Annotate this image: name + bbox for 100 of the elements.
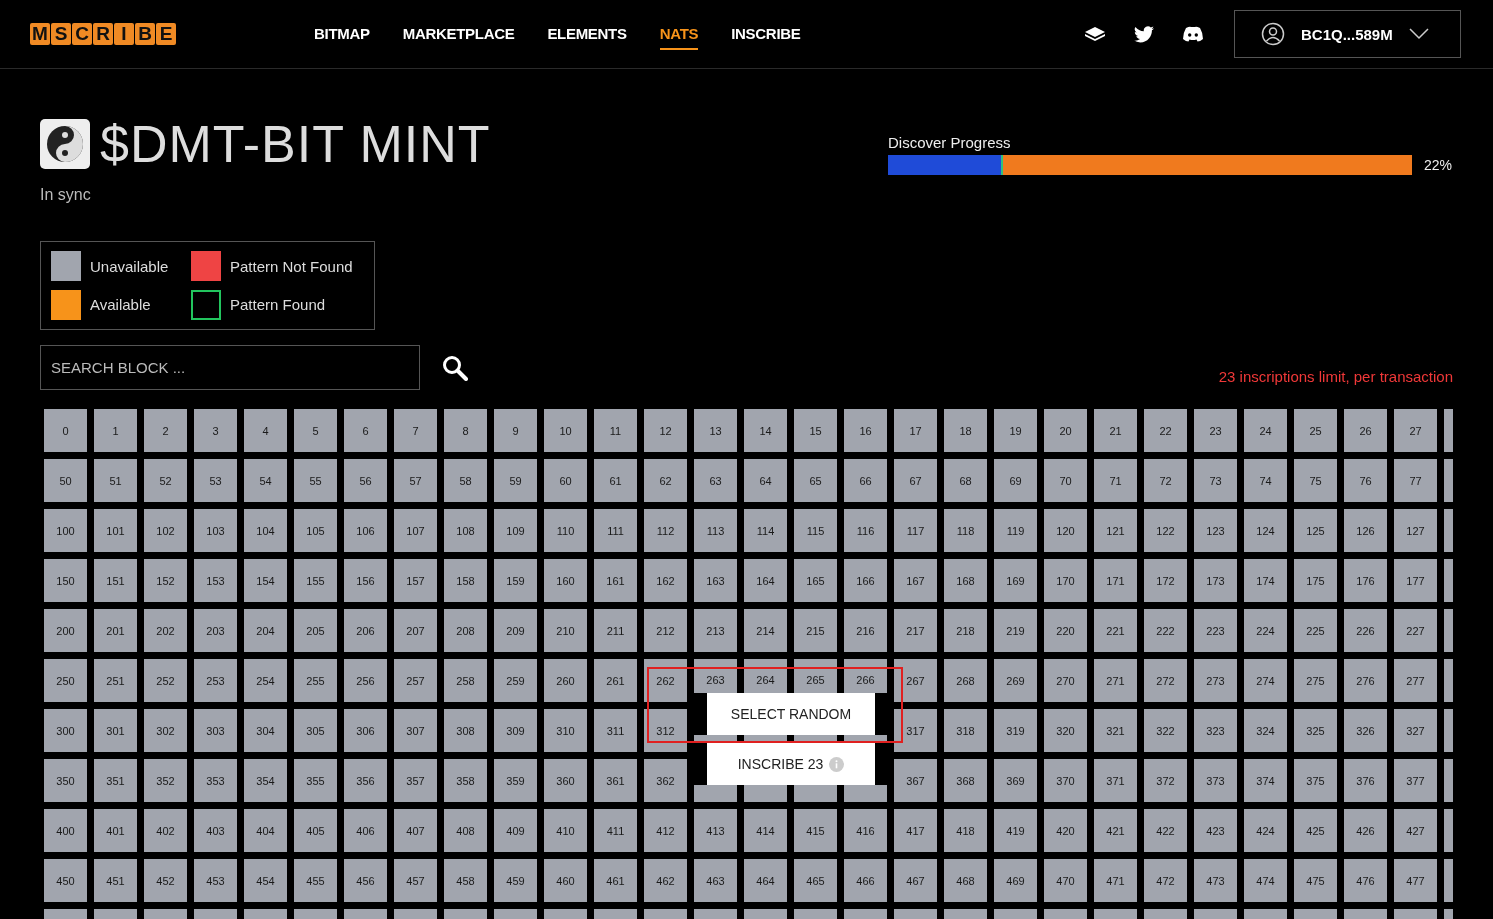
block-cell[interactable]: 6 bbox=[344, 409, 387, 452]
block-cell[interactable] bbox=[744, 735, 787, 743]
block-cell[interactable]: 415 bbox=[794, 809, 837, 852]
search-icon[interactable] bbox=[442, 354, 468, 381]
block-cell[interactable]: 173 bbox=[1194, 559, 1237, 602]
block-cell[interactable]: 54 bbox=[244, 459, 287, 502]
block-cell[interactable]: 271 bbox=[1094, 659, 1137, 702]
block-cell[interactable]: 373 bbox=[1194, 759, 1237, 802]
block-cell[interactable]: 471 bbox=[1094, 859, 1137, 902]
block-cell[interactable]: 464 bbox=[744, 859, 787, 902]
block-cell[interactable]: 212 bbox=[644, 609, 687, 652]
block-cell[interactable]: 62 bbox=[644, 459, 687, 502]
block-cell[interactable]: 354 bbox=[244, 759, 287, 802]
block-cell[interactable]: 157 bbox=[394, 559, 437, 602]
block-cell[interactable]: 352 bbox=[144, 759, 187, 802]
block-cell[interactable]: 163 bbox=[694, 559, 737, 602]
block-cell[interactable]: 310 bbox=[544, 709, 587, 752]
block-cell[interactable]: 404 bbox=[244, 809, 287, 852]
block-cell[interactable]: 112 bbox=[644, 509, 687, 552]
block-cell[interactable]: 11 bbox=[594, 409, 637, 452]
block-cell[interactable]: 451 bbox=[94, 859, 137, 902]
book-icon[interactable] bbox=[1084, 26, 1106, 42]
block-cell[interactable]: 202 bbox=[144, 609, 187, 652]
block-cell[interactable]: 359 bbox=[494, 759, 537, 802]
logo-letter[interactable]: E bbox=[156, 23, 176, 45]
block-cell[interactable]: 273 bbox=[1194, 659, 1237, 702]
block-cell[interactable]: 63 bbox=[694, 459, 737, 502]
block-cell[interactable]: 325 bbox=[1294, 709, 1337, 752]
block-cell[interactable]: 2 bbox=[144, 409, 187, 452]
block-cell[interactable]: 68 bbox=[944, 459, 987, 502]
block-cell[interactable]: 106 bbox=[344, 509, 387, 552]
block-cell[interactable]: 119 bbox=[994, 509, 1037, 552]
block-cell[interactable]: 357 bbox=[394, 759, 437, 802]
block-cell[interactable]: 463 bbox=[694, 859, 737, 902]
block-cell[interactable]: 269 bbox=[994, 659, 1037, 702]
block-cell[interactable]: 103 bbox=[194, 509, 237, 552]
block-cell[interactable]: 470 bbox=[1044, 859, 1087, 902]
block-cell[interactable]: 67 bbox=[894, 459, 937, 502]
block-cell[interactable]: 55 bbox=[294, 459, 337, 502]
block-cell[interactable]: 418 bbox=[944, 809, 987, 852]
block-cell[interactable]: 265 bbox=[794, 659, 837, 693]
block-cell[interactable]: 477 bbox=[1394, 859, 1437, 902]
block-cell[interactable]: 20 bbox=[1044, 409, 1087, 452]
logo-letter[interactable]: S bbox=[51, 23, 71, 45]
block-cell[interactable]: 60 bbox=[544, 459, 587, 502]
block-cell[interactable]: 362 bbox=[644, 759, 687, 802]
nav-link[interactable]: MARKETPLACE bbox=[402, 18, 515, 50]
block-cell[interactable]: 61 bbox=[594, 459, 637, 502]
block-cell[interactable]: 24 bbox=[1244, 409, 1287, 452]
block-cell[interactable]: 323 bbox=[1194, 709, 1237, 752]
block-cell[interactable]: 74 bbox=[1244, 459, 1287, 502]
block-cell[interactable]: 259 bbox=[494, 659, 537, 702]
block-cell[interactable]: 306 bbox=[344, 709, 387, 752]
block-cell[interactable]: 123 bbox=[1194, 509, 1237, 552]
block-cell[interactable]: 458 bbox=[444, 859, 487, 902]
block-cell[interactable]: 162 bbox=[644, 559, 687, 602]
block-cell[interactable]: 154 bbox=[244, 559, 287, 602]
block-cell[interactable]: 272 bbox=[1144, 659, 1187, 702]
logo-letter[interactable]: C bbox=[72, 23, 92, 45]
block-cell[interactable]: 152 bbox=[144, 559, 187, 602]
block-cell[interactable]: 303 bbox=[194, 709, 237, 752]
block-cell[interactable]: 17 bbox=[894, 409, 937, 452]
block-cell[interactable]: 53 bbox=[194, 459, 237, 502]
block-cell[interactable]: 57 bbox=[394, 459, 437, 502]
block-cell[interactable]: 160 bbox=[544, 559, 587, 602]
logo-letter[interactable]: I bbox=[114, 23, 134, 45]
block-cell[interactable]: 472 bbox=[1144, 859, 1187, 902]
block-cell[interactable] bbox=[744, 785, 787, 802]
block-cell[interactable]: 414 bbox=[744, 809, 787, 852]
block-cell[interactable]: 263 bbox=[694, 659, 737, 693]
block-cell[interactable]: 267 bbox=[894, 659, 937, 702]
block-cell[interactable]: 412 bbox=[644, 809, 687, 852]
block-cell[interactable]: 151 bbox=[94, 559, 137, 602]
block-cell[interactable]: 374 bbox=[1244, 759, 1287, 802]
block-cell[interactable]: 406 bbox=[344, 809, 387, 852]
logo-letter[interactable]: B bbox=[135, 23, 155, 45]
block-cell[interactable]: 460 bbox=[544, 859, 587, 902]
block-cell[interactable] bbox=[844, 785, 887, 802]
block-cell[interactable]: 350 bbox=[44, 759, 87, 802]
block-cell[interactable]: 253 bbox=[194, 659, 237, 702]
block-cell[interactable]: 317 bbox=[894, 709, 937, 752]
block-cell[interactable]: 424 bbox=[1244, 809, 1287, 852]
block-cell[interactable]: 153 bbox=[194, 559, 237, 602]
block-cell[interactable]: 13 bbox=[694, 409, 737, 452]
block-cell[interactable]: 22 bbox=[1144, 409, 1187, 452]
block-cell[interactable]: 102 bbox=[144, 509, 187, 552]
block-cell[interactable]: 258 bbox=[444, 659, 487, 702]
block-cell[interactable]: 260 bbox=[544, 659, 587, 702]
block-cell[interactable]: 416 bbox=[844, 809, 887, 852]
block-cell[interactable]: 208 bbox=[444, 609, 487, 652]
block-cell[interactable]: 327 bbox=[1394, 709, 1437, 752]
block-cell[interactable]: 351 bbox=[94, 759, 137, 802]
block-cell[interactable]: 407 bbox=[394, 809, 437, 852]
block-cell[interactable]: 223 bbox=[1194, 609, 1237, 652]
block-cell[interactable]: 216 bbox=[844, 609, 887, 652]
block-cell[interactable]: 217 bbox=[894, 609, 937, 652]
block-cell[interactable]: 12 bbox=[644, 409, 687, 452]
block-cell[interactable]: 420 bbox=[1044, 809, 1087, 852]
block-cell[interactable]: 400 bbox=[44, 809, 87, 852]
block-cell[interactable]: 121 bbox=[1094, 509, 1137, 552]
